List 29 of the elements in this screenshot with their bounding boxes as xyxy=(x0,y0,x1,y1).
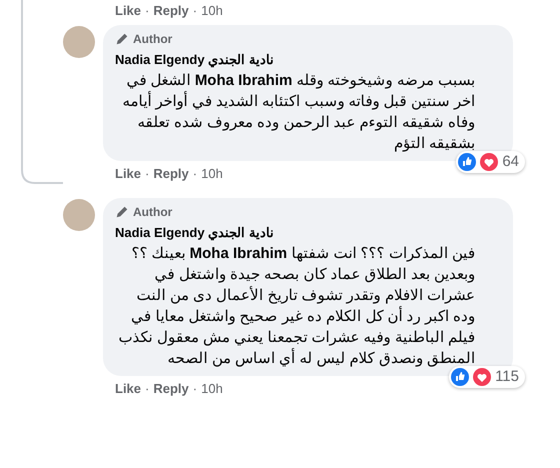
like-link[interactable]: Like xyxy=(115,164,142,184)
reaction-count: 115 xyxy=(495,366,519,387)
separator-dot: · xyxy=(192,2,198,20)
author-name[interactable]: Nadia Elgendy نادية الجندي xyxy=(115,50,501,69)
timestamp: 10h xyxy=(201,165,223,183)
reaction-count: 64 xyxy=(502,152,519,172)
like-link[interactable]: Like xyxy=(115,379,142,398)
pencil-icon xyxy=(115,32,129,46)
author-name[interactable]: Nadia Elgendy نادية الجندي xyxy=(115,222,501,242)
avatar[interactable] xyxy=(63,198,95,230)
avatar[interactable] xyxy=(63,26,95,58)
reactions-pill[interactable]: 115 xyxy=(449,366,525,388)
reply-link[interactable]: Reply xyxy=(153,164,189,184)
pencil-icon xyxy=(115,204,129,218)
separator-dot: · xyxy=(192,165,198,183)
like-icon xyxy=(451,368,470,386)
separator-dot: · xyxy=(145,380,150,398)
author-label: Author xyxy=(133,204,172,220)
like-icon xyxy=(458,153,476,171)
timestamp: 10h xyxy=(201,380,223,398)
like-link[interactable]: Like xyxy=(115,1,142,20)
reactions-pill[interactable]: 64 xyxy=(456,151,525,173)
separator-dot: · xyxy=(145,165,150,183)
reply-link[interactable]: Reply xyxy=(153,1,189,20)
separator-dot: · xyxy=(145,2,150,20)
author-label: Author xyxy=(133,30,172,48)
separator-dot: · xyxy=(192,380,198,398)
timestamp: 10h xyxy=(201,2,223,20)
reply-link[interactable]: Reply xyxy=(153,379,189,398)
